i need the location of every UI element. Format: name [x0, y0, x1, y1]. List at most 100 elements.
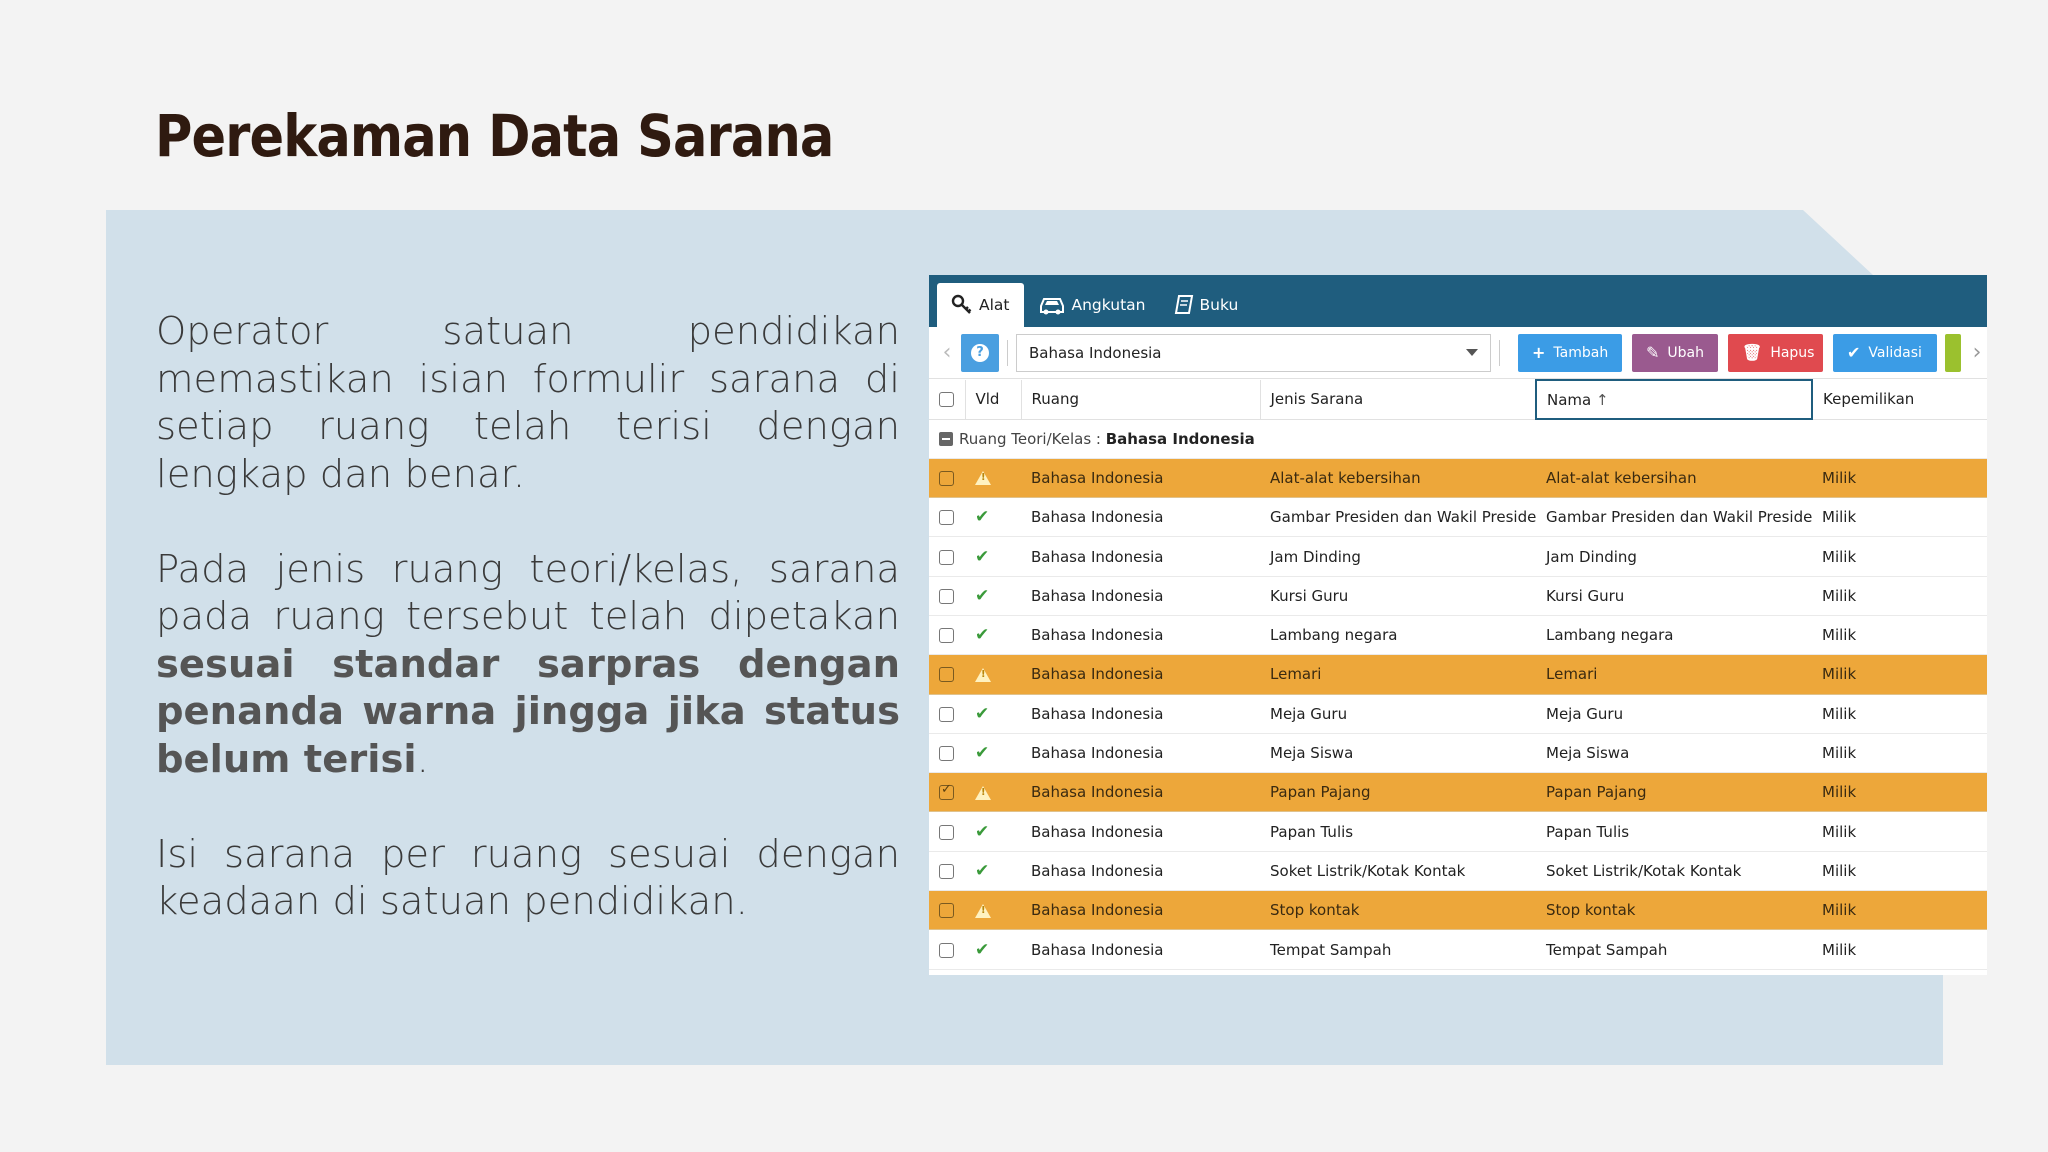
cell-kepemilikan: Milik: [1812, 615, 1987, 656]
row-checkbox[interactable]: [939, 628, 954, 644]
tab-bar: Alat Angkutan Buku: [929, 275, 1987, 327]
pencil-icon: ✎: [1646, 343, 1660, 362]
row-checkbox[interactable]: [939, 510, 954, 526]
validation-status: [965, 458, 1021, 499]
cell-kepemilikan: Milik: [1812, 497, 1987, 538]
cell-jenis: Soket Listrik/Kotak Kontak: [1260, 851, 1536, 892]
table-row[interactable]: ✔ Bahasa Indonesia Tempat Sampah Tempat Sam…: [929, 929, 1987, 970]
group-row[interactable]: Ruang Teori/Kelas : Bahasa Indonesia: [929, 419, 1987, 459]
row-checkbox[interactable]: [939, 782, 954, 801]
sort-asc-icon: ↑: [1596, 390, 1609, 409]
scroll-right-icon[interactable]: ›: [1967, 340, 1987, 365]
table-row[interactable]: ✔ Bahasa Indonesia Papan Tulis Papan Tulis M…: [929, 811, 1987, 852]
table-row[interactable]: ✔ Bahasa Indonesia Kursi Guru Kursi Guru Mil…: [929, 576, 1987, 616]
select-all-checkbox[interactable]: [939, 392, 954, 408]
table-row[interactable]: ✔ Bahasa Indonesia Meja Siswa Meja Siswa Mil…: [929, 733, 1987, 774]
row-checkbox[interactable]: [939, 863, 954, 879]
divider: [1007, 339, 1008, 366]
table-row[interactable]: Bahasa IndonesiaLemariLemariMilik: [929, 654, 1987, 695]
row-checkbox-cell[interactable]: [929, 497, 965, 538]
table-row[interactable]: Bahasa IndonesiaStop kontakStop kontakMi…: [929, 890, 1987, 931]
tab-alat[interactable]: Alat: [937, 283, 1024, 327]
cell-ruang: Bahasa Indonesia: [1021, 536, 1260, 577]
col-jenis[interactable]: Jenis Sarana: [1260, 380, 1537, 420]
row-checkbox[interactable]: [939, 706, 954, 722]
row-checkbox-cell[interactable]: [929, 536, 965, 577]
row-checkbox-cell[interactable]: [929, 694, 965, 734]
check-icon: ✔: [975, 546, 990, 567]
help-button[interactable]: ?: [961, 333, 999, 372]
scroll-left-icon[interactable]: ‹: [937, 340, 957, 365]
cell-jenis: Jam Dinding: [1260, 536, 1536, 577]
select-all-cell[interactable]: [929, 380, 966, 420]
row-checkbox-cell[interactable]: [929, 733, 965, 774]
check-icon: ✔: [975, 703, 990, 724]
cell-ruang: Bahasa Indonesia: [1021, 733, 1260, 774]
table-row[interactable]: ✔ Bahasa Indonesia Soket Listrik/Kotak Kon…: [929, 851, 1987, 892]
slide-title: Perekaman Data Sarana: [155, 102, 834, 170]
cell-nama: Gambar Presiden dan Wakil Presiden: [1536, 497, 1812, 538]
row-checkbox-cell[interactable]: [929, 851, 965, 892]
row-checkbox[interactable]: [939, 903, 954, 919]
delete-button[interactable]: 🗑 Hapus: [1728, 333, 1823, 372]
row-checkbox[interactable]: [939, 588, 954, 604]
warning-icon: [975, 903, 991, 918]
table-row[interactable]: ✔ Bahasa Indonesia Meja Guru Meja Guru Milik: [929, 694, 1987, 734]
table-row[interactable]: ✔ Bahasa Indonesia Jam Dinding Jam Dinding M…: [929, 536, 1987, 577]
row-checkbox-cell[interactable]: [929, 929, 965, 970]
row-checkbox-cell[interactable]: [929, 811, 965, 852]
cell-kepemilikan: Milik: [1812, 929, 1987, 970]
check-icon: ✔: [975, 625, 990, 646]
row-checkbox[interactable]: [939, 942, 954, 958]
cell-kepemilikan: Milik: [1812, 694, 1987, 734]
row-checkbox-cell[interactable]: [929, 615, 965, 656]
cell-nama: Papan Pajang: [1536, 772, 1812, 813]
table-row[interactable]: Bahasa IndonesiaPapan PajangPapan Pajang…: [929, 772, 1987, 813]
tab-buku[interactable]: Buku: [1160, 283, 1253, 327]
description-text: Operator satuan pendidikan memastikan is…: [156, 308, 900, 973]
cell-jenis: Kursi Guru: [1260, 576, 1536, 616]
table-row[interactable]: ✔ Bahasa Indonesia Lambang negara Lambang n…: [929, 615, 1987, 656]
cell-nama: Soket Listrik/Kotak Kontak: [1536, 851, 1812, 892]
row-checkbox-cell[interactable]: [929, 458, 965, 499]
row-checkbox-cell[interactable]: [929, 772, 965, 813]
row-checkbox[interactable]: [939, 824, 954, 840]
row-checkbox[interactable]: [939, 667, 954, 683]
cell-ruang: Bahasa Indonesia: [1021, 811, 1260, 852]
tab-angkutan[interactable]: Angkutan: [1024, 283, 1160, 327]
cell-kepemilikan: Milik: [1812, 576, 1987, 616]
edit-button[interactable]: ✎ Ubah: [1632, 333, 1718, 372]
row-checkbox-cell[interactable]: [929, 576, 965, 616]
cell-nama: Meja Guru: [1536, 694, 1812, 734]
row-checkbox-cell[interactable]: [929, 654, 965, 695]
toolbar: ‹ ? Bahasa Indonesia + Tambah ✎ Ubah 🗑 Hapu…: [929, 327, 1987, 379]
cell-ruang: Bahasa Indonesia: [1021, 576, 1260, 616]
col-vld[interactable]: Vld: [965, 380, 1022, 420]
row-checkbox[interactable]: [939, 470, 954, 486]
col-nama[interactable]: Nama ↑: [1535, 379, 1813, 420]
check-icon: ✔: [1847, 343, 1861, 362]
collapse-icon[interactable]: [939, 432, 953, 447]
row-checkbox[interactable]: [939, 549, 954, 565]
col-ruang[interactable]: Ruang: [1021, 380, 1261, 420]
validate-button[interactable]: ✔ Validasi: [1833, 333, 1937, 372]
more-button[interactable]: [1945, 333, 1961, 372]
cell-nama: Lemari: [1536, 654, 1812, 695]
cell-nama: Kursi Guru: [1536, 576, 1812, 616]
paragraph-3: Isi sarana per ruang sesuai dengan keada…: [156, 831, 900, 925]
validation-status: ✔: [965, 851, 1021, 892]
table-row[interactable]: Bahasa IndonesiaAlat-alat kebersihanAlat…: [929, 458, 1987, 499]
cell-jenis: Lemari: [1260, 654, 1536, 695]
validation-status: ✔: [965, 811, 1021, 852]
table-row[interactable]: ✔ Bahasa Indonesia Gambar Presiden dan Wak…: [929, 497, 1987, 538]
validation-status: ✔: [965, 497, 1021, 538]
cell-jenis: Meja Guru: [1260, 694, 1536, 734]
add-button[interactable]: + Tambah: [1518, 333, 1622, 372]
col-kepemilikan[interactable]: Kepemilikan: [1812, 380, 1987, 420]
paragraph-2: Pada jenis ruang teori/kelas, sarana pad…: [156, 546, 900, 782]
room-select[interactable]: Bahasa Indonesia: [1016, 333, 1491, 372]
row-checkbox[interactable]: [939, 746, 954, 762]
validation-status: ✔: [965, 576, 1021, 616]
row-checkbox-cell[interactable]: [929, 890, 965, 931]
cell-kepemilikan: Milik: [1812, 733, 1987, 774]
